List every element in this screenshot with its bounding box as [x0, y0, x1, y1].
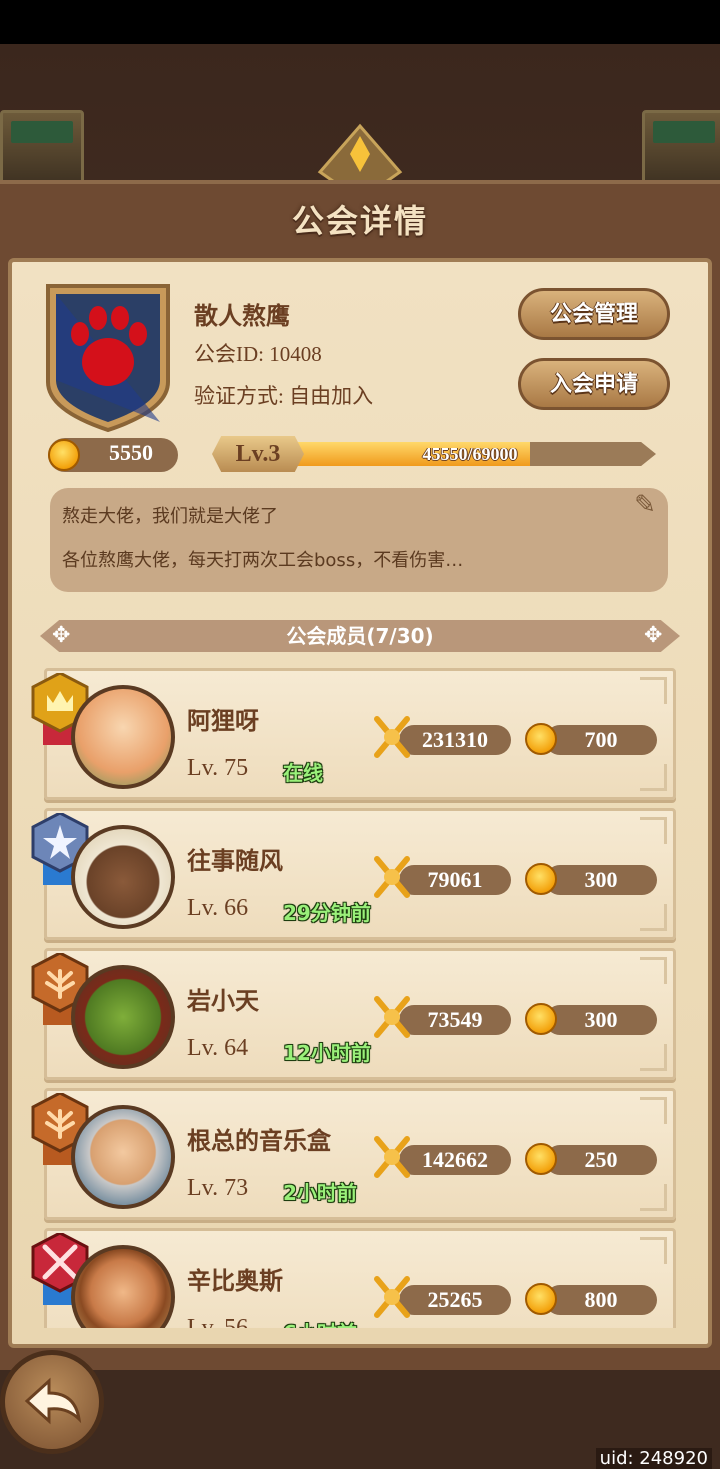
- member-status: 12小时前: [283, 1041, 371, 1065]
- member-power: 142662: [399, 1145, 511, 1175]
- back-button[interactable]: [0, 1350, 104, 1454]
- member-name: 阿狸呀: [187, 707, 259, 735]
- back-arrow-icon: [24, 1377, 82, 1425]
- member-level: Lv. 75: [187, 755, 249, 781]
- gold-coin-icon: [525, 1003, 557, 1035]
- notice-line-1: 熬走大佬，我们就是大佬了: [62, 506, 278, 527]
- gold-coin-icon: [525, 863, 557, 895]
- member-gold: 300: [545, 865, 657, 895]
- exp-progress-text: 45550/69000: [422, 444, 518, 464]
- page-title: 公会详情: [291, 203, 428, 239]
- card-corner-ornament: [640, 1097, 667, 1124]
- member-card[interactable]: 阿狸呀 Lv. 75 在线 231310 700: [31, 668, 676, 800]
- member-level: Lv. 66: [187, 895, 249, 921]
- member-card[interactable]: 往事随风 Lv. 66 29分钟前 79061 300: [31, 808, 676, 940]
- card-corner-ornament: [640, 904, 667, 931]
- member-card[interactable]: 辛比奥斯 Lv. 56 6小时前 25265 800: [31, 1228, 676, 1328]
- member-gold: 700: [545, 725, 657, 755]
- guild-coin-value: 5550: [109, 440, 153, 465]
- notice-line-2: 各位熬鹰大佬，每天打两次工会boss，不看伤害…: [62, 550, 464, 571]
- member-power: 79061: [399, 865, 511, 895]
- join-apply-button[interactable]: 入会申请: [518, 358, 670, 410]
- member-level: Lv. 64: [187, 1035, 249, 1061]
- card-corner-ornament: [640, 677, 667, 704]
- member-list[interactable]: 阿狸呀 Lv. 75 在线 231310 700 往事随风 Lv. 66 29分…: [0, 664, 720, 1328]
- member-card[interactable]: 岩小天 Lv. 64 12小时前 73549 300: [31, 948, 676, 1080]
- guild-manage-button[interactable]: 公会管理: [518, 288, 670, 340]
- guild-level-bar: Lv.3 45550/69000: [212, 436, 668, 472]
- member-power: 73549: [399, 1005, 511, 1035]
- member-level: Lv. 73: [187, 1175, 249, 1201]
- fleur-ornament-icon: ✥: [644, 622, 663, 647]
- gold-coin-icon: [525, 1283, 557, 1315]
- avatar[interactable]: [71, 825, 175, 929]
- guild-emblem: [46, 284, 170, 432]
- member-power: 25265: [399, 1285, 511, 1315]
- card-corner-ornament: [640, 817, 667, 844]
- member-power: 231310: [399, 725, 511, 755]
- avatar[interactable]: [71, 1105, 175, 1209]
- left-pillar-decoration: [0, 110, 84, 186]
- guild-name: 散人熬鹰: [194, 304, 290, 330]
- card-corner-ornament: [640, 957, 667, 984]
- member-gold: 300: [545, 1005, 657, 1035]
- member-name: 岩小天: [187, 987, 259, 1015]
- crossed-swords-icon: [374, 1276, 410, 1318]
- gold-coin-icon: [525, 723, 557, 755]
- right-pillar-decoration: [642, 110, 720, 186]
- member-name: 根总的音乐盒: [187, 1127, 331, 1155]
- crossed-swords-icon: [374, 716, 410, 758]
- fleur-ornament-icon: ✥: [52, 622, 71, 647]
- avatar[interactable]: [71, 965, 175, 1069]
- crossed-swords-icon: [374, 1136, 410, 1178]
- crossed-swords-icon: [374, 856, 410, 898]
- member-status: 29分钟前: [283, 901, 371, 925]
- guild-verify-method: 验证方式: 自由加入: [194, 384, 374, 408]
- guild-coin-counter: 5550: [48, 438, 178, 472]
- member-card[interactable]: 根总的音乐盒 Lv. 73 2小时前 142662 250: [31, 1088, 676, 1220]
- edit-quill-icon[interactable]: ✎: [628, 488, 662, 522]
- avatar[interactable]: [71, 685, 175, 789]
- status-bar: [0, 0, 720, 44]
- member-name: 辛比奥斯: [187, 1267, 283, 1295]
- card-corner-ornament: [640, 1184, 667, 1211]
- members-header: 公会成员(7/30): [286, 624, 434, 648]
- member-status: 2小时前: [283, 1181, 357, 1205]
- card-corner-ornament: [640, 1044, 667, 1071]
- member-gold: 250: [545, 1145, 657, 1175]
- guild-id: 公会ID: 10408: [194, 342, 322, 366]
- member-status: 在线: [283, 761, 323, 785]
- user-id-label: uid: 248920: [595, 1448, 712, 1469]
- member-name: 往事随风: [187, 847, 283, 875]
- member-status: 6小时前: [283, 1317, 357, 1328]
- gold-coin-icon: [48, 439, 80, 471]
- card-corner-ornament: [640, 764, 667, 791]
- guild-notice: 熬走大佬，我们就是大佬了 各位熬鹰大佬，每天打两次工会boss，不看伤害… ✎: [50, 488, 668, 592]
- crossed-swords-icon: [374, 996, 410, 1038]
- member-level: Lv. 56: [187, 1315, 249, 1328]
- gold-coin-icon: [525, 1143, 557, 1175]
- member-gold: 800: [545, 1285, 657, 1315]
- card-corner-ornament: [640, 1237, 667, 1264]
